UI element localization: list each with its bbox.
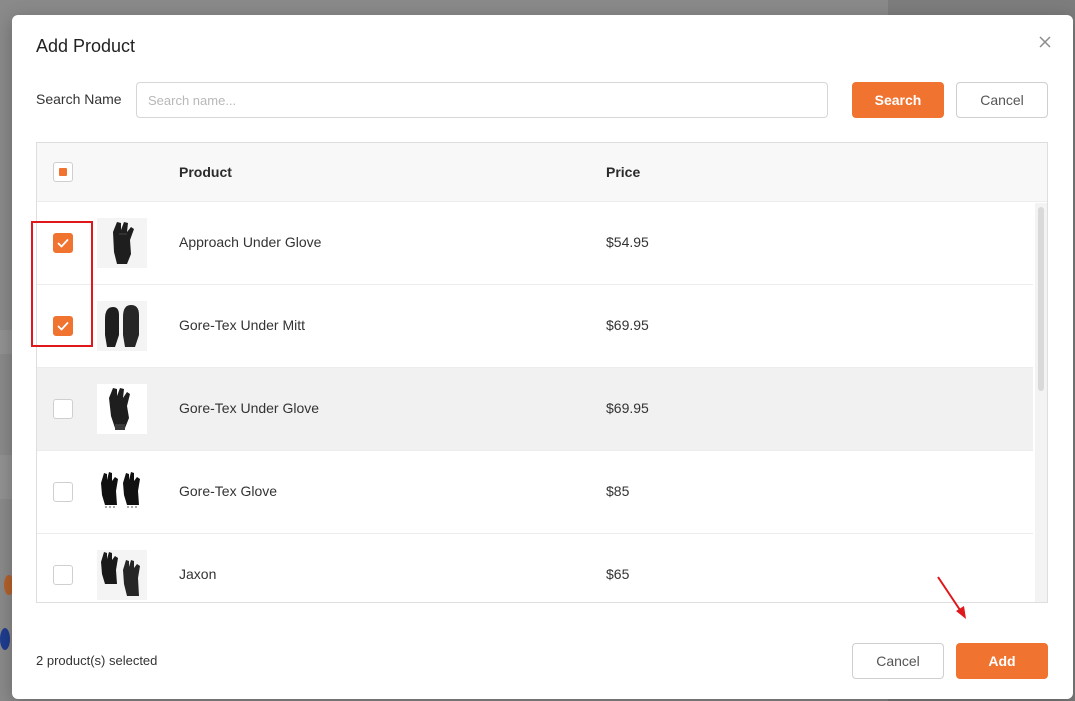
arrow-icon bbox=[937, 576, 966, 619]
product-price: $85 bbox=[606, 483, 630, 499]
table-row[interactable]: Gore-Tex Under Glove $69.95 bbox=[37, 368, 1033, 451]
indeterminate-mark bbox=[59, 168, 67, 176]
product-thumbnail bbox=[97, 384, 147, 434]
table-row[interactable]: Gore-Tex Under Mitt $69.95 bbox=[37, 285, 1033, 368]
product-name: Gore-Tex Under Glove bbox=[179, 400, 320, 416]
product-table: Product Price Approach Under Glove $54.9… bbox=[36, 142, 1048, 603]
annotation-highlight-box bbox=[31, 221, 93, 347]
table-scrollbar[interactable] bbox=[1035, 203, 1047, 602]
product-name: Jaxon bbox=[179, 566, 217, 582]
search-input[interactable] bbox=[136, 82, 828, 118]
table-row[interactable]: Gore-Tex Glove $85 bbox=[37, 451, 1033, 534]
column-header-price: Price bbox=[606, 164, 641, 180]
scrollbar-thumb[interactable] bbox=[1038, 207, 1044, 391]
table-row[interactable]: Jaxon $65 bbox=[37, 534, 1033, 602]
selected-count: 2 product(s) selected bbox=[36, 653, 158, 668]
search-button[interactable]: Search bbox=[852, 82, 944, 118]
glove-pair-image bbox=[97, 467, 147, 517]
row-checkbox[interactable] bbox=[53, 399, 73, 419]
close-icon bbox=[1039, 36, 1051, 48]
close-button[interactable] bbox=[1034, 31, 1056, 53]
dialog-title: Add Product bbox=[36, 36, 136, 56]
search-label: Search Name bbox=[36, 91, 122, 107]
product-price: $69.95 bbox=[606, 400, 649, 416]
mitt-image bbox=[97, 301, 147, 351]
table-header: Product Price bbox=[37, 143, 1047, 202]
product-name: Gore-Tex Under Mitt bbox=[179, 317, 306, 333]
product-thumbnail bbox=[97, 550, 147, 600]
glove-image bbox=[97, 218, 147, 268]
add-button[interactable]: Add bbox=[956, 643, 1048, 679]
column-header-product: Product bbox=[179, 164, 232, 180]
background-divider bbox=[0, 330, 12, 354]
product-price: $54.95 bbox=[606, 234, 649, 250]
glove-pair-image bbox=[97, 550, 147, 600]
row-checkbox[interactable] bbox=[53, 565, 73, 585]
product-thumbnail bbox=[97, 467, 147, 517]
cancel-search-button[interactable]: Cancel bbox=[956, 82, 1048, 118]
add-product-dialog: Add Product Search Name Search Cancel Pr… bbox=[12, 15, 1073, 699]
product-name: Gore-Tex Glove bbox=[179, 483, 278, 499]
product-name: Approach Under Glove bbox=[179, 234, 322, 250]
product-price: $69.95 bbox=[606, 317, 649, 333]
background-divider bbox=[0, 455, 12, 499]
table-row[interactable]: Approach Under Glove $54.95 bbox=[37, 202, 1033, 285]
row-checkbox[interactable] bbox=[53, 482, 73, 502]
background-avatar bbox=[0, 628, 10, 650]
product-price: $65 bbox=[606, 566, 630, 582]
cancel-button[interactable]: Cancel bbox=[852, 643, 944, 679]
product-thumbnail bbox=[97, 218, 147, 268]
glove-image bbox=[97, 384, 147, 434]
select-all-checkbox[interactable] bbox=[53, 162, 73, 182]
product-thumbnail bbox=[97, 301, 147, 351]
